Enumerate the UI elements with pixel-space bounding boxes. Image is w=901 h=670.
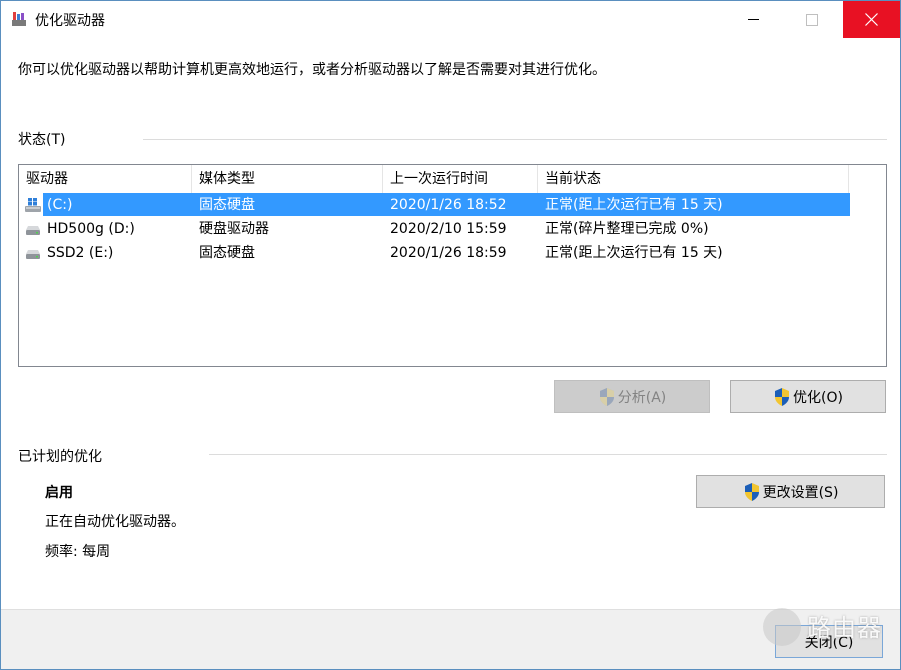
media-type: 硬盘驱动器 [199,221,269,237]
uac-shield-icon [744,482,759,501]
window-title: 优化驱动器 [35,13,105,29]
schedule-status: 启用 [45,485,73,501]
media-type: 固态硬盘 [199,197,255,213]
media-type: 固态硬盘 [199,245,255,261]
analyze-button[interactable]: 分析(A) [554,380,710,413]
current-status: 正常(距上次运行已有 15 天) [545,197,723,213]
defrag-app-icon [12,12,26,26]
watermark-logo-icon [763,608,801,646]
watermark: 路由器 [763,604,893,654]
last-run-time: 2020/1/26 18:59 [390,245,507,261]
optimize-drives-window: 优化驱动器 你可以优化驱动器以帮助计算机更高效地运行，或者分析驱动器以了解是否需… [0,0,901,670]
status-group-label: 状态(T) [18,132,66,148]
windows-drive-icon [25,198,41,212]
drive-row-d[interactable]: HD500g (D:) 硬盘驱动器 2020/2/10 15:59 正常(碎片整… [19,217,886,241]
column-header-media-type[interactable]: 媒体类型 [192,165,383,193]
drive-name: (C:) [47,197,73,213]
drive-list-header: 驱动器 媒体类型 上一次运行时间 当前状态 [19,165,886,193]
drive-list[interactable]: 驱动器 媒体类型 上一次运行时间 当前状态 (C:) 固态硬盘 2020/1/2… [18,164,887,367]
optimize-button[interactable]: 优化(O) [730,380,886,413]
maximize-button[interactable] [789,1,835,38]
hard-drive-icon [26,250,40,259]
hard-drive-icon [26,226,40,235]
uac-shield-icon [599,387,614,406]
column-header-drive[interactable]: 驱动器 [19,165,192,193]
column-header-current-status[interactable]: 当前状态 [538,165,849,193]
last-run-time: 2020/2/10 15:59 [390,221,507,237]
title-bar[interactable]: 优化驱动器 [1,1,900,38]
change-settings-label: 更改设置(S) [762,484,839,501]
drive-row-e[interactable]: SSD2 (E:) 固态硬盘 2020/1/26 18:59 正常(距上次运行已… [19,241,886,265]
column-header-last-run[interactable]: 上一次运行时间 [383,165,538,193]
current-status: 正常(距上次运行已有 15 天) [545,245,723,261]
schedule-frequency: 频率: 每周 [45,544,111,560]
drive-name: SSD2 (E:) [47,245,114,261]
uac-shield-icon [775,387,790,406]
optimize-label: 优化(O) [793,389,843,406]
minimize-button[interactable] [732,1,778,38]
drive-name: HD500g (D:) [47,221,135,237]
schedule-divider [209,454,887,455]
watermark-text: 路由器 [807,614,882,642]
current-status: 正常(碎片整理已完成 0%) [545,221,709,237]
intro-text: 你可以优化驱动器以帮助计算机更高效地运行，或者分析驱动器以了解是否需要对其进行优… [18,62,606,78]
drive-row-c[interactable]: (C:) 固态硬盘 2020/1/26 18:52 正常(距上次运行已有 15 … [19,193,886,217]
close-icon [865,13,878,26]
last-run-time: 2020/1/26 18:52 [390,197,507,213]
status-divider [143,139,887,140]
schedule-description: 正在自动优化驱动器。 [45,514,185,530]
change-settings-button[interactable]: 更改设置(S) [696,475,885,508]
analyze-label: 分析(A) [617,389,667,406]
schedule-group-label: 已计划的优化 [18,449,102,465]
close-window-button[interactable] [843,1,900,38]
